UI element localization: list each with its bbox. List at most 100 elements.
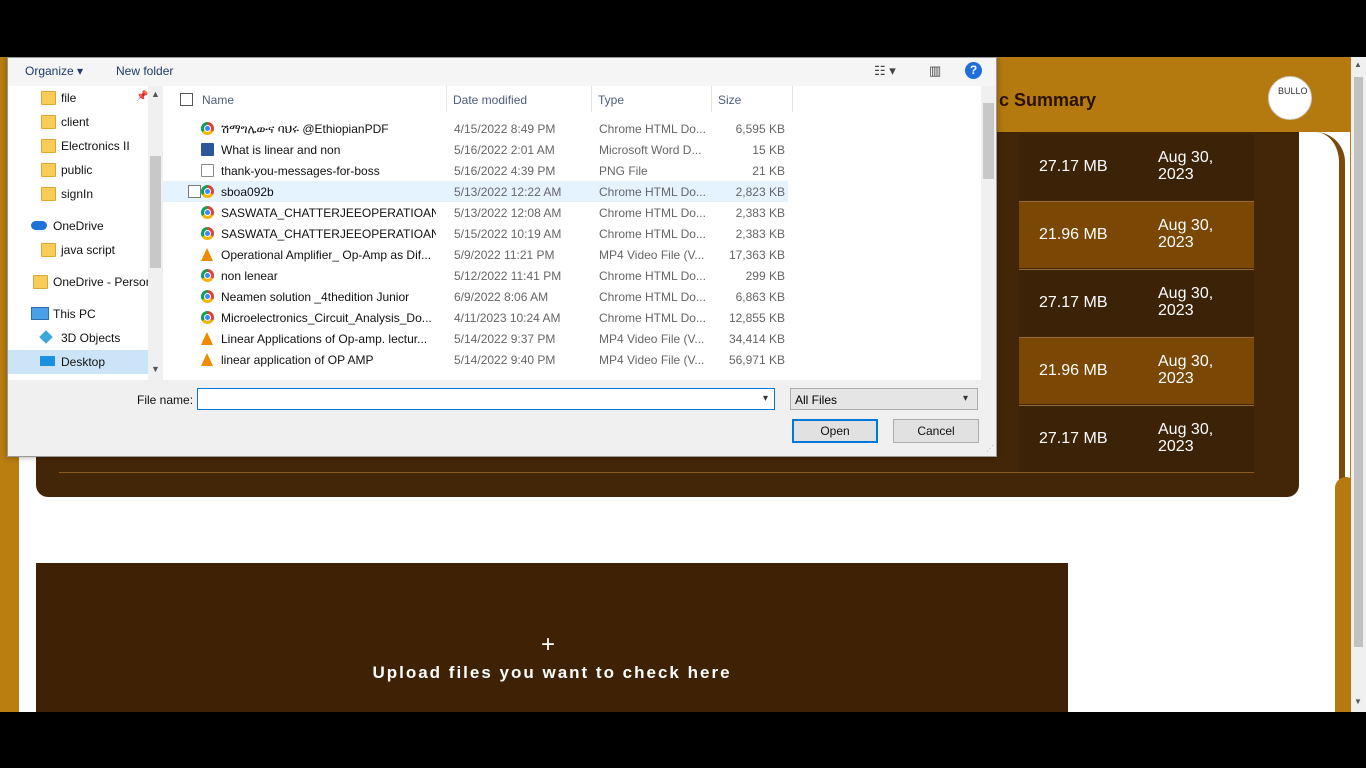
- column-header-date[interactable]: Date modified: [447, 86, 592, 112]
- file-type: PNG File: [599, 164, 648, 178]
- select-all-checkbox[interactable]: [180, 93, 193, 106]
- file-date: 5/13/2022 12:22 AM: [454, 185, 562, 199]
- file-row[interactable]: Neamen solution _4thedition Junior 6/9/2…: [163, 286, 788, 307]
- organize-button[interactable]: Organize ▾: [25, 64, 83, 78]
- nav-item-desktop[interactable]: Desktop: [8, 350, 148, 374]
- file-name: Operational Amplifier_ Op-Amp as Dif...: [221, 248, 432, 262]
- page-scrollbar[interactable]: ▲ ▼: [1351, 57, 1366, 712]
- preview-pane-icon[interactable]: ▥: [929, 63, 941, 79]
- pc-icon: [31, 307, 49, 320]
- summary-row[interactable]: 27.17 MB Aug 30, 2023: [1019, 406, 1254, 472]
- upload-label: Upload files you want to check here: [372, 663, 732, 682]
- nav-item-onedrive-personal[interactable]: OneDrive - Persor: [8, 270, 150, 294]
- nav-item-file[interactable]: file 📌: [8, 86, 148, 110]
- logo[interactable]: BULLO: [1268, 76, 1312, 120]
- cube-icon: [39, 330, 53, 344]
- dialog-toolbar: Organize ▾ New folder ☷ ▾ ▥ ?: [8, 58, 996, 86]
- file-row[interactable]: SASWATA_CHATTERJEEOPERATIOANA... 5/15/20…: [163, 223, 788, 244]
- file-size: 15 KB: [752, 143, 785, 157]
- nav-item-label: Desktop: [61, 355, 106, 369]
- column-header-label: Date modified: [453, 93, 528, 107]
- summary-row[interactable]: 27.17 MB Aug 30, 2023: [1019, 270, 1254, 336]
- nav-scrollbar-thumb[interactable]: [150, 156, 161, 268]
- column-header-size[interactable]: Size: [712, 86, 793, 112]
- view-options-icon[interactable]: ☷ ▾: [874, 63, 896, 79]
- file-size: 2,383 KB: [735, 206, 785, 220]
- file-date: 5/16/2022 4:39 PM: [454, 164, 556, 178]
- file-row[interactable]: What is linear and non 5/16/2022 2:01 AM…: [163, 139, 788, 160]
- nav-item-client[interactable]: client: [8, 110, 148, 134]
- file-row-hovered[interactable]: sboa092b 5/13/2022 12:22 AM Chrome HTML …: [163, 181, 788, 202]
- file-row[interactable]: ሽማግሌውና ባህሩ @EthiopianPDF 4/15/2022 8:49 …: [163, 118, 788, 139]
- summary-row[interactable]: 21.96 MB Aug 30, 2023: [1019, 338, 1254, 404]
- nav-item-label: Electronics II: [61, 139, 130, 153]
- row-size: 21.96 MB: [1039, 226, 1108, 243]
- file-name-input[interactable]: [197, 388, 775, 410]
- nav-item-signin[interactable]: signIn: [8, 182, 148, 206]
- file-size: 299 KB: [745, 269, 785, 283]
- nav-item-electronics[interactable]: Electronics II: [8, 134, 148, 158]
- file-row[interactable]: SASWATA_CHATTERJEEOPERATIOANA... 5/13/20…: [163, 202, 788, 223]
- file-row[interactable]: non lenear 5/12/2022 11:41 PM Chrome HTM…: [163, 265, 788, 286]
- chevron-down-icon[interactable]: ▾: [763, 393, 768, 404]
- nav-item-this-pc[interactable]: This PC: [8, 302, 148, 326]
- file-row[interactable]: Microelectronics_Circuit_Analysis_Do... …: [163, 307, 788, 328]
- file-date: 5/15/2022 10:19 AM: [454, 227, 562, 241]
- file-name: thank-you-messages-for-boss: [221, 164, 380, 178]
- file-name: Neamen solution _4thedition Junior: [221, 290, 410, 304]
- file-name: SASWATA_CHATTERJEEOPERATIOANA...: [221, 206, 436, 220]
- pin-icon[interactable]: 📌: [136, 91, 148, 102]
- nav-item-label: java script: [61, 243, 116, 257]
- column-header-type[interactable]: Type: [592, 86, 712, 112]
- file-type: Chrome HTML Do...: [599, 206, 706, 220]
- upload-dropzone[interactable]: + Upload files you want to check here: [36, 563, 1068, 712]
- chrome-html-icon: [201, 122, 214, 135]
- file-row[interactable]: Linear Applications of Op-amp. lectur...…: [163, 328, 788, 349]
- page-scrollbar-thumb[interactable]: [1354, 77, 1363, 647]
- vlc-video-icon: [201, 248, 213, 261]
- new-folder-button[interactable]: New folder: [116, 64, 173, 78]
- file-size: 6,863 KB: [735, 290, 785, 304]
- nav-scrollbar[interactable]: ▲ ▼: [148, 86, 163, 380]
- file-row[interactable]: thank-you-messages-for-boss 5/16/2022 4:…: [163, 160, 788, 181]
- nav-item-onedrive[interactable]: OneDrive: [8, 214, 148, 238]
- file-type-filter[interactable]: All Files ▾: [790, 388, 978, 410]
- filter-value: All Files: [795, 393, 838, 407]
- column-header-name[interactable]: Name: [163, 86, 447, 112]
- chrome-html-icon: [201, 206, 214, 219]
- row-date: Aug 30, 2023: [1158, 421, 1214, 455]
- file-size: 2,823 KB: [735, 185, 785, 199]
- chevron-down-icon[interactable]: ▼: [151, 364, 160, 374]
- summary-row[interactable]: 27.17 MB Aug 30, 2023: [1019, 134, 1254, 200]
- file-name-label: File name:: [137, 393, 194, 407]
- summary-row[interactable]: 21.96 MB Aug 30, 2023: [1019, 202, 1254, 268]
- folder-icon: [41, 139, 56, 153]
- scroll-up-icon[interactable]: ▲: [1354, 60, 1362, 69]
- file-date: 5/13/2022 12:08 AM: [454, 206, 562, 220]
- open-button[interactable]: Open: [792, 419, 878, 443]
- file-name: linear application of OP AMP: [221, 353, 374, 367]
- resize-grip-icon[interactable]: ⋰: [986, 444, 994, 453]
- row-size: 27.17 MB: [1039, 158, 1108, 175]
- nav-item-java-script[interactable]: java script: [8, 238, 148, 262]
- cancel-button[interactable]: Cancel: [893, 419, 979, 443]
- nav-item-public[interactable]: public: [8, 158, 148, 182]
- word-document-icon: [201, 143, 214, 156]
- row-date: Aug 30, 2023: [1158, 149, 1214, 183]
- chrome-html-icon: [201, 290, 214, 303]
- row-checkbox[interactable]: [188, 185, 201, 198]
- file-name: SASWATA_CHATTERJEEOPERATIOANA...: [221, 227, 436, 241]
- chevron-up-icon[interactable]: ▲: [151, 89, 160, 99]
- nav-item-3d-objects[interactable]: 3D Objects: [8, 326, 148, 350]
- row-date: Aug 30, 2023: [1158, 217, 1214, 251]
- file-type: MP4 Video File (V...: [599, 248, 705, 262]
- scroll-down-icon[interactable]: ▼: [1354, 697, 1362, 706]
- file-list-scrollbar-thumb[interactable]: [983, 103, 994, 179]
- file-row[interactable]: Operational Amplifier_ Op-Amp as Dif... …: [163, 244, 788, 265]
- file-date: 5/14/2022 9:40 PM: [454, 353, 556, 367]
- help-icon[interactable]: ?: [965, 62, 982, 79]
- file-list-scrollbar[interactable]: [981, 86, 996, 380]
- chrome-html-icon: [201, 227, 214, 240]
- file-row[interactable]: linear application of OP AMP 5/14/2022 9…: [163, 349, 788, 370]
- file-type: MP4 Video File (V...: [599, 353, 705, 367]
